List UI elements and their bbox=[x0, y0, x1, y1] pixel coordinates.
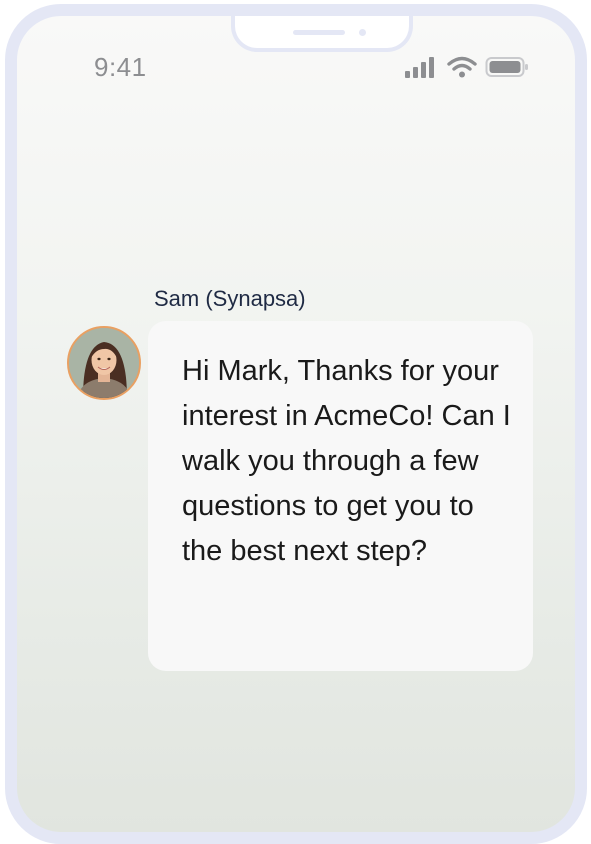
wifi-icon bbox=[447, 56, 477, 78]
woman-portrait-avatar-icon bbox=[69, 328, 139, 398]
message-text: Hi Mark, Thanks for your interest in Acm… bbox=[182, 355, 511, 567]
avatar[interactable] bbox=[67, 326, 141, 400]
speaker-grille bbox=[293, 30, 345, 35]
front-camera-icon bbox=[359, 29, 366, 36]
phone-frame: 9:41 Sam (Synapsa) Hi Mark, Thanks for y… bbox=[5, 4, 587, 844]
status-time: 9:41 bbox=[94, 52, 147, 82]
message-bubble: Hi Mark, Thanks for your interest in Acm… bbox=[148, 321, 533, 671]
signal-icon bbox=[405, 57, 434, 78]
phone-notch bbox=[231, 16, 413, 52]
sender-name: Sam (Synapsa) bbox=[154, 286, 306, 311]
status-icons bbox=[405, 56, 529, 78]
battery-icon bbox=[485, 57, 528, 77]
